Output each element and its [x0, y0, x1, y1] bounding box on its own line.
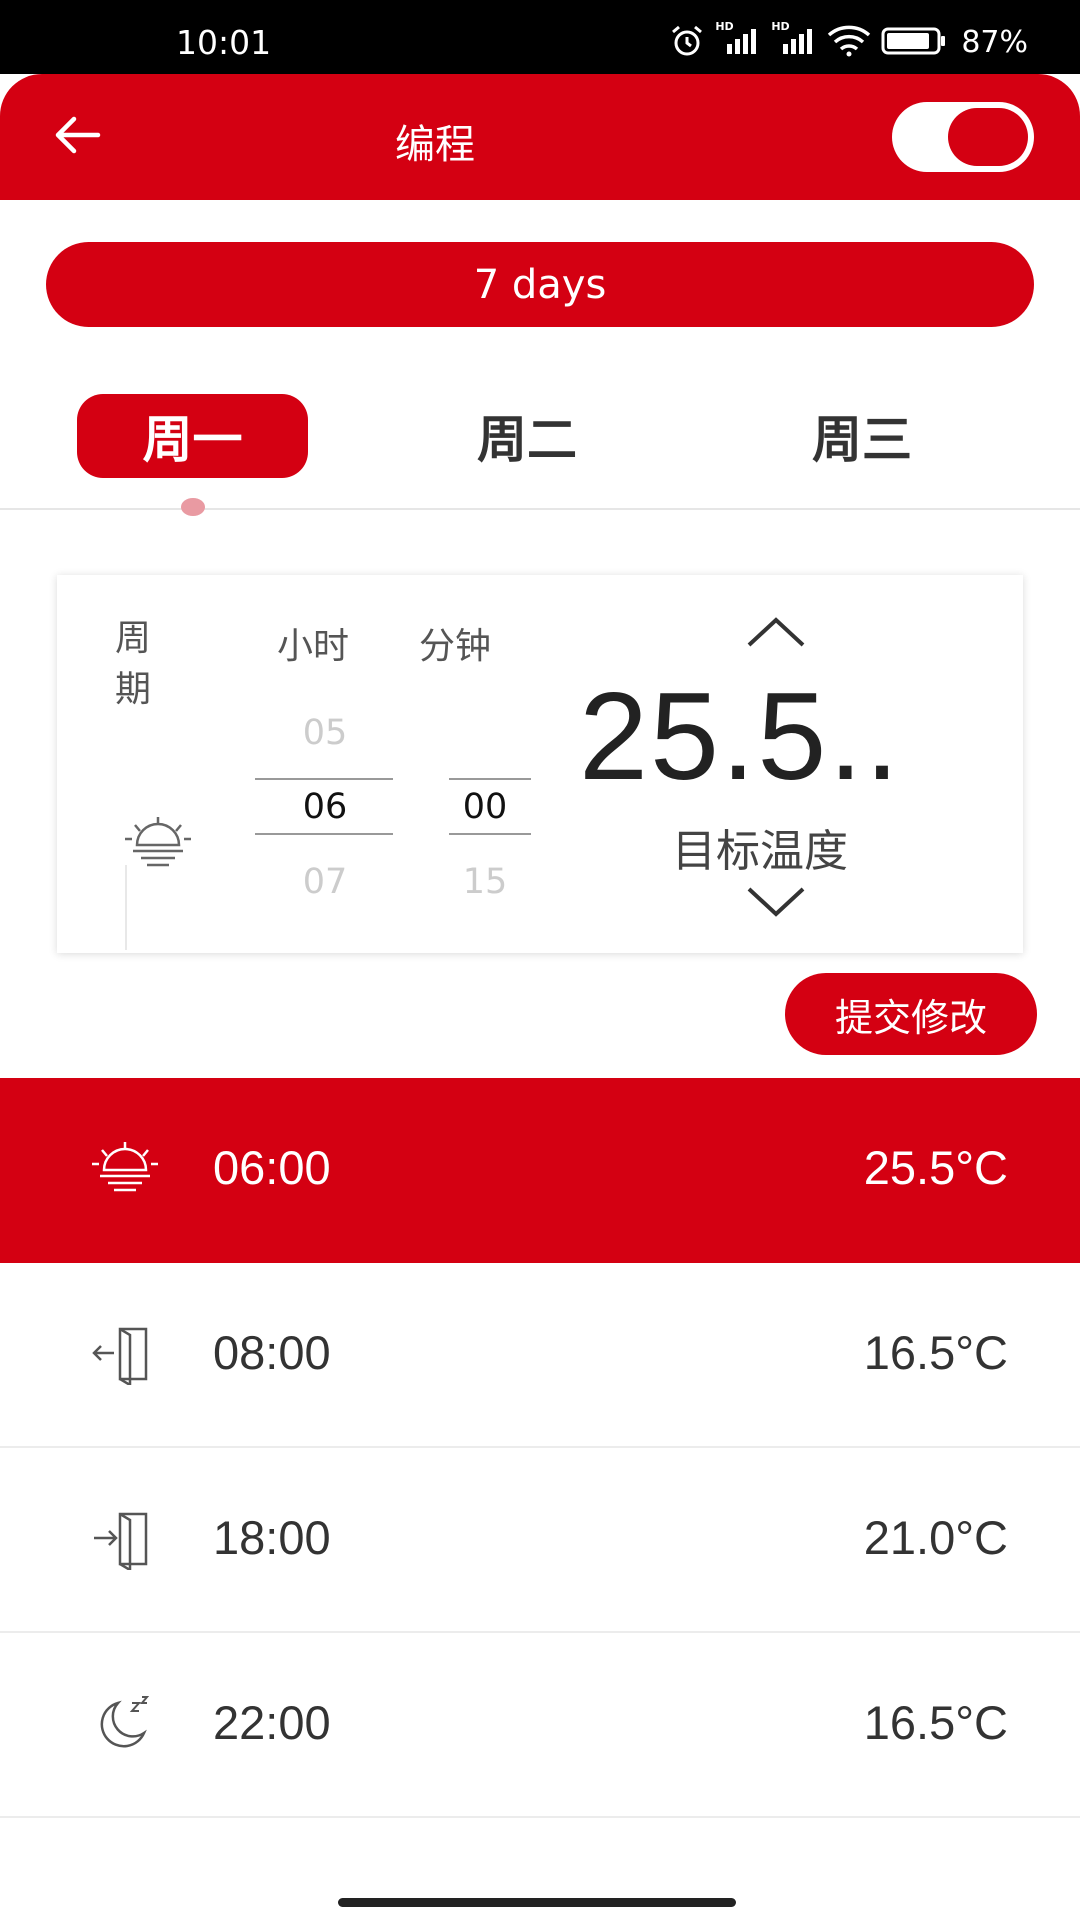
schedule-editor-card: 周期 小时 分钟 05 06 07 00 15 25.5.. 目标温度 — [57, 575, 1023, 953]
minute-selected[interactable]: 00 — [439, 787, 531, 827]
status-bar: 10:01 HD HD 87% — [0, 0, 1080, 74]
program-enable-toggle[interactable] — [892, 102, 1034, 172]
minute-option[interactable]: 15 — [439, 862, 531, 902]
schedule-temperature: 16.5°C — [863, 1696, 1008, 1749]
schedule-temperature: 16.5°C — [863, 1326, 1008, 1379]
battery-icon — [881, 27, 947, 59]
minute-label: 分钟 — [419, 626, 492, 667]
divider — [125, 865, 127, 950]
sunrise-icon — [90, 1140, 158, 1202]
status-icons: HD HD 87% — [669, 20, 1028, 62]
picker-line — [449, 833, 531, 835]
tab-tuesday[interactable]: 周二 — [412, 394, 642, 478]
hour-option[interactable]: 07 — [255, 862, 395, 902]
picker-line — [449, 778, 531, 780]
day-tabs: 周一 周二 周三 — [0, 392, 1080, 516]
signal-icon: HD — [771, 20, 817, 60]
leave-door-icon — [90, 1325, 156, 1388]
schedule-list: 06:00 25.5°C 08:00 16.5°C 18:00 21.0°C 2… — [0, 1078, 1080, 1818]
battery-percentage: 87% — [961, 25, 1028, 60]
schedule-row[interactable]: 06:00 25.5°C — [0, 1078, 1080, 1263]
target-temperature: 25.5.. — [579, 668, 902, 806]
tab-wednesday[interactable]: 周三 — [747, 394, 977, 478]
alarm-icon — [669, 24, 705, 62]
moon-sleep-icon — [90, 1695, 156, 1757]
schedule-temperature: 25.5°C — [863, 1141, 1008, 1194]
sunrise-icon[interactable] — [123, 815, 193, 875]
home-indicator[interactable] — [338, 1898, 736, 1907]
page-title: 编程 — [395, 122, 475, 168]
schedule-row[interactable]: 18:00 21.0°C — [0, 1448, 1080, 1633]
submit-changes-button[interactable]: 提交修改 — [785, 973, 1037, 1055]
picker-line — [255, 833, 393, 835]
schedule-temperature: 21.0°C — [863, 1511, 1008, 1564]
chevron-down-icon[interactable] — [745, 885, 807, 923]
hour-label: 小时 — [277, 626, 350, 667]
schedule-time: 22:00 — [213, 1696, 331, 1749]
return-door-icon — [90, 1510, 156, 1573]
schedule-time: 18:00 — [213, 1511, 331, 1564]
target-temperature-label: 目标温度 — [672, 826, 848, 877]
picker-line — [255, 778, 393, 780]
schedule-row[interactable]: 22:00 16.5°C — [0, 1633, 1080, 1818]
toggle-knob — [948, 108, 1028, 166]
schedule-time: 06:00 — [213, 1141, 331, 1194]
cycle-label: 周期 — [115, 618, 152, 710]
schedule-time: 08:00 — [213, 1326, 331, 1379]
app-header: 编程 — [0, 74, 1080, 200]
status-time: 10:01 — [176, 23, 272, 62]
signal-icon: HD — [715, 20, 761, 60]
wifi-icon — [827, 25, 871, 61]
tab-monday[interactable]: 周一 — [77, 394, 308, 478]
schedule-mode-button[interactable]: 7 days — [46, 242, 1034, 327]
network-type-label: HD — [715, 20, 734, 33]
tab-indicator — [181, 498, 205, 516]
network-type-label: HD — [771, 20, 790, 33]
chevron-up-icon[interactable] — [745, 615, 807, 653]
hour-option[interactable]: 05 — [255, 713, 395, 753]
schedule-row[interactable]: 08:00 16.5°C — [0, 1263, 1080, 1448]
hour-selected[interactable]: 06 — [255, 787, 395, 827]
